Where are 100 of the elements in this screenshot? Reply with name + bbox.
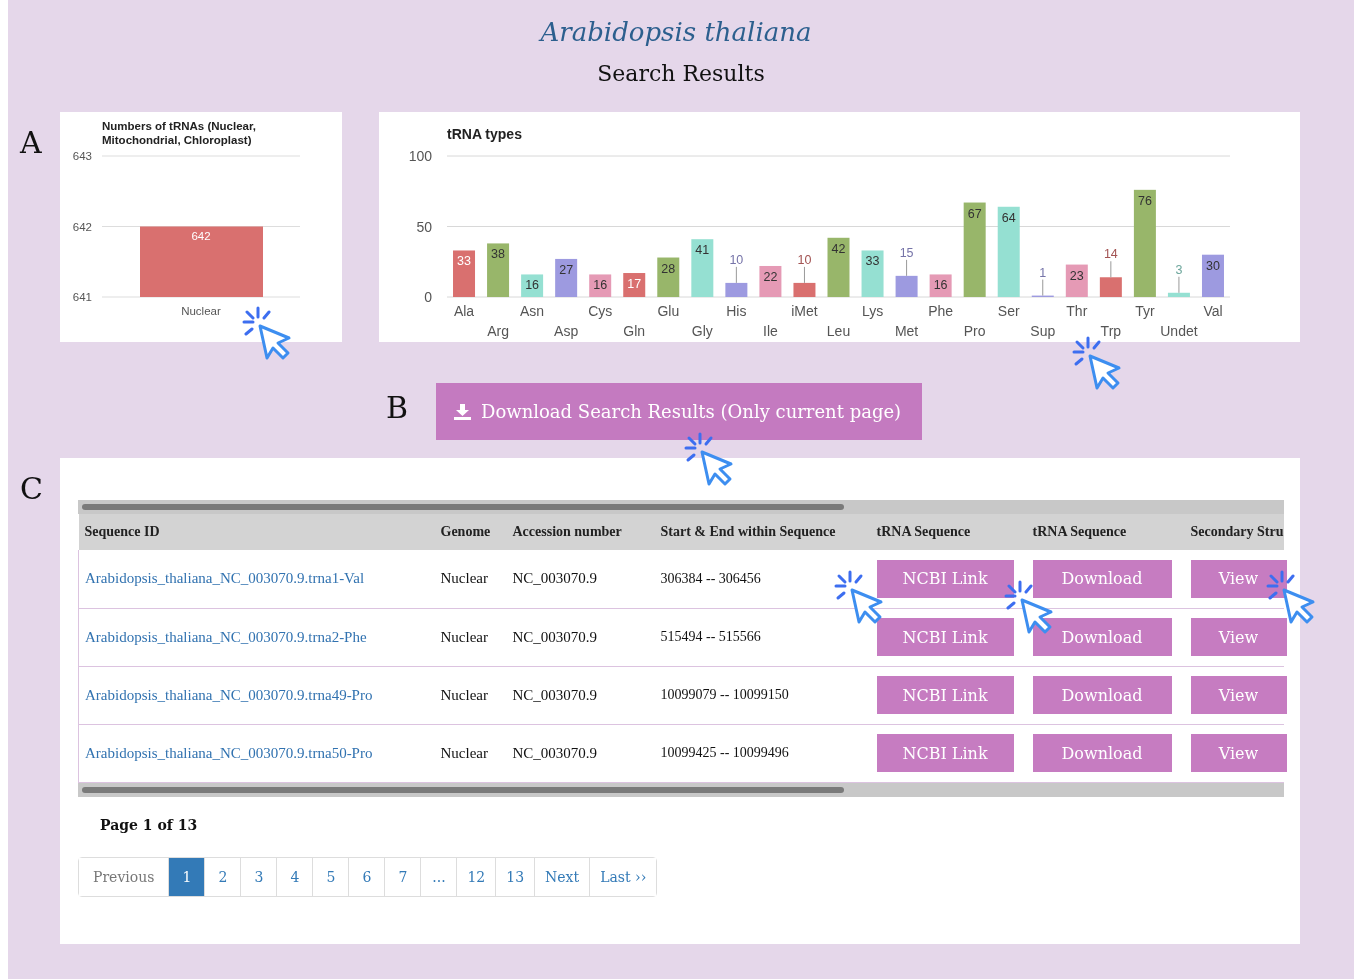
bar-value: 27 <box>559 262 574 277</box>
bar-value: 3 <box>1175 262 1183 277</box>
table-button[interactable]: NCBI Link <box>876 559 1014 598</box>
bar <box>555 258 578 297</box>
column-header: Accession number <box>506 514 655 550</box>
axis-label: Sup <box>1030 323 1056 339</box>
table-cell: NC_003070.9 <box>506 608 655 666</box>
bar-value: 10 <box>797 252 812 267</box>
table-button[interactable]: NCBI Link <box>876 734 1014 772</box>
bar-value: 642 <box>191 229 211 242</box>
bar <box>623 273 646 297</box>
bar-value: 38 <box>491 247 505 262</box>
axis-label: Gln <box>623 323 646 339</box>
axis-tick: 641 <box>72 291 92 303</box>
table-button[interactable]: Download <box>1032 559 1172 598</box>
bar <box>1065 264 1088 297</box>
page-info: Page 1 of 13 <box>100 816 199 833</box>
table-cell: NC_003070.9 <box>506 666 655 724</box>
bar-value: 1 <box>1039 265 1047 280</box>
download-results-button[interactable]: Download Search Results (Only current page) <box>436 383 922 440</box>
axis-label: Ala <box>453 303 475 319</box>
bar-value: 10 <box>729 252 744 267</box>
axis-tick: 0 <box>424 289 432 305</box>
table-button[interactable]: Download <box>1032 734 1172 772</box>
table-cell: 306384 -- 306456 <box>654 550 871 608</box>
column-header: tRNA Sequence <box>1026 514 1185 550</box>
bar-value: 16 <box>525 278 540 293</box>
download-icon <box>454 403 471 420</box>
axis-tick: 100 <box>408 148 432 164</box>
axis-tick: 643 <box>72 150 92 162</box>
table-cell: Nuclear <box>434 666 507 724</box>
leader-line <box>1042 279 1044 297</box>
bar <box>759 266 782 297</box>
axis-label: iMet <box>791 303 818 319</box>
axis-tick: 50 <box>416 218 432 235</box>
table-button[interactable]: View <box>1190 618 1287 656</box>
table-cell: NC_003070.9 <box>506 550 655 608</box>
bar <box>1202 254 1224 297</box>
axis-label: His <box>726 303 747 319</box>
species-title: Arabidopsis thaliana <box>537 16 813 49</box>
panel-letter: A <box>18 124 43 162</box>
bar-value: 14 <box>1103 247 1118 262</box>
column-header: tRNA Sequence <box>870 514 1027 550</box>
bar-value: 16 <box>593 278 608 293</box>
scrollbar[interactable] <box>78 500 1284 514</box>
table-cell: Nuclear <box>434 724 507 782</box>
axis-label: Ser <box>997 303 1020 319</box>
chart-title: tRNA types <box>447 126 522 142</box>
sequence-link[interactable]: Arabidopsis_thaliana_NC_003070.9.trna49-Pro <box>85 686 373 703</box>
table-button[interactable]: View <box>1190 559 1287 598</box>
page-heading: Search Results <box>596 60 766 88</box>
leader-line <box>803 266 805 284</box>
bar-value: 33 <box>457 254 471 269</box>
axis-label: Nuclear <box>181 305 221 317</box>
bar <box>895 275 918 297</box>
leader-line <box>1110 260 1112 278</box>
table-button[interactable]: NCBI Link <box>876 676 1014 714</box>
sequence-link[interactable]: Arabidopsis_thaliana_NC_003070.9.trna1-Val <box>85 570 365 587</box>
bar <box>657 257 680 297</box>
chart-title: Numbers of tRNAs (Nuclear, <box>102 120 256 132</box>
axis-label: Glu <box>657 303 680 319</box>
bar-value: 67 <box>967 206 982 221</box>
column-header: Sequence ID <box>78 514 435 550</box>
bar <box>1167 292 1190 297</box>
axis-label: Ile <box>763 323 778 339</box>
bar <box>827 237 850 297</box>
table-cell: 515494 -- 515566 <box>654 608 871 666</box>
sequence-link[interactable]: Arabidopsis_thaliana_NC_003070.9.trna50-Pro <box>85 744 373 761</box>
axis-label: Cys <box>588 303 613 319</box>
table-button[interactable]: NCBI Link <box>876 618 1014 656</box>
sequence-link[interactable]: Arabidopsis_thaliana_NC_003070.9.trna2-Phe <box>85 628 367 645</box>
table-button[interactable]: View <box>1190 676 1287 714</box>
bar <box>725 282 748 297</box>
bar-value: 23 <box>1069 268 1084 283</box>
axis-label: Thr <box>1066 303 1088 319</box>
bar-value: 22 <box>763 270 778 284</box>
axis-label: Lys <box>861 303 884 319</box>
bar-value: 33 <box>865 254 880 269</box>
page-link[interactable]: 1 <box>168 857 205 896</box>
table-button[interactable]: View <box>1190 734 1287 772</box>
bar-value: 41 <box>695 243 710 258</box>
table-button[interactable]: Download <box>1032 618 1172 656</box>
bar <box>453 250 475 297</box>
bar-value: 16 <box>933 278 948 293</box>
bar <box>691 239 714 297</box>
column-header: Start & End within Sequence <box>654 514 871 550</box>
leader-line <box>906 259 908 277</box>
axis-label: Asp <box>554 323 579 339</box>
axis-label: Undet <box>1160 323 1198 339</box>
axis-label: Phe <box>928 303 954 319</box>
table-button[interactable]: Download <box>1032 676 1172 714</box>
axis-label: Trp <box>1100 323 1122 339</box>
panel-letter: B <box>385 389 410 427</box>
column-header: Genome <box>434 514 507 550</box>
axis-label: Pro <box>963 323 986 339</box>
column-header: Secondary Stru <box>1184 514 1284 550</box>
axis-tick: 642 <box>72 220 92 233</box>
table-cell: 10099079 -- 10099150 <box>654 666 871 724</box>
bar-value: 42 <box>831 241 846 256</box>
page-link[interactable]: Last ›› <box>589 857 657 896</box>
